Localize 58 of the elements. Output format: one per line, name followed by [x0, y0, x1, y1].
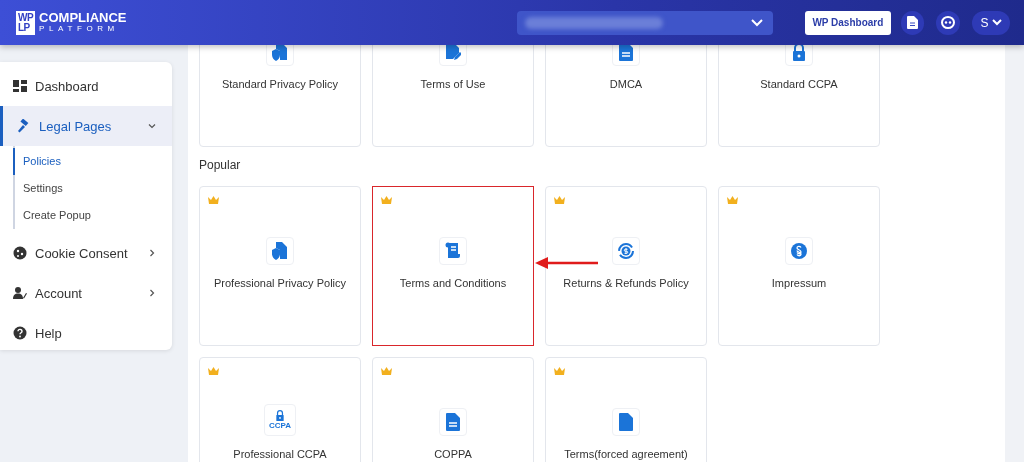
document-icon [439, 408, 467, 436]
policy-card[interactable]: Standard Privacy Policy [199, 45, 361, 147]
crown-icon [554, 196, 565, 204]
scroll-icon [439, 237, 467, 265]
gavel-icon [17, 119, 31, 133]
logo-mark: WP LP [16, 10, 36, 35]
cookie-icon [13, 246, 27, 260]
crown-icon [208, 196, 219, 204]
policy-card[interactable]: COPPA [372, 357, 534, 462]
submenu-item[interactable]: Policies [13, 148, 172, 175]
submenu-item[interactable]: Create Popup [15, 202, 172, 229]
user-menu-button[interactable]: S [972, 10, 1010, 35]
document-icon [907, 16, 918, 29]
annotation-arrow [535, 257, 599, 269]
sidebar-item[interactable]: Help [0, 313, 172, 353]
site-dropdown[interactable] [516, 10, 774, 35]
wp-dashboard-button[interactable]: WP Dashboard [805, 10, 891, 35]
submenu-item[interactable]: Settings [15, 175, 172, 202]
crown-icon [381, 367, 392, 375]
sidebar-item[interactable]: Cookie Consent [0, 233, 172, 273]
section-sign-icon [785, 237, 813, 265]
crown-icon [208, 367, 219, 375]
section-heading: Popular [199, 158, 242, 172]
support-bot-button[interactable] [936, 10, 961, 35]
policy-card[interactable]: Terms of Use [372, 45, 534, 147]
policy-card[interactable]: DMCA [545, 45, 707, 147]
crown-icon [727, 196, 738, 204]
chevron-down-icon [148, 122, 156, 130]
shield-document-icon [266, 45, 294, 66]
crown-icon [381, 196, 392, 204]
padlock-icon [785, 45, 813, 66]
padlock-icon: CCPA [264, 404, 296, 436]
chevron-right-icon [148, 249, 156, 257]
sidebar-item[interactable]: Dashboard [0, 66, 172, 106]
policy-card[interactable]: Returns & Refunds Policy [545, 186, 707, 346]
document-button[interactable] [900, 10, 925, 35]
user-pen-icon [13, 286, 27, 300]
document-icon [612, 408, 640, 436]
logo-subtitle: PLATFORM [39, 24, 120, 34]
dollar-cycle-icon [612, 237, 640, 265]
dashboard-icon [13, 79, 27, 93]
policy-card[interactable]: Terms(forced agreement) [545, 357, 707, 462]
policy-card[interactable]: CCPA Professional CCPA [199, 357, 361, 462]
help-icon [13, 326, 27, 340]
sidebar-item[interactable]: Legal Pages [0, 106, 172, 146]
shield-document-icon [266, 237, 294, 265]
policy-card[interactable]: Standard CCPA [718, 45, 880, 147]
sidebar-item[interactable]: Account [0, 273, 172, 313]
document-icon [612, 45, 640, 66]
chevron-right-icon [148, 289, 156, 297]
logo-title: COMPLIANCE [39, 11, 127, 24]
crown-icon [554, 367, 565, 375]
document-pen-icon [439, 45, 467, 66]
chevron-down-icon [991, 19, 1002, 26]
chevron-down-icon [751, 18, 764, 27]
robot-face-icon [941, 16, 956, 29]
policy-card[interactable]: Professional Privacy Policy [199, 186, 361, 346]
policy-card[interactable]: Impressum [718, 186, 880, 346]
